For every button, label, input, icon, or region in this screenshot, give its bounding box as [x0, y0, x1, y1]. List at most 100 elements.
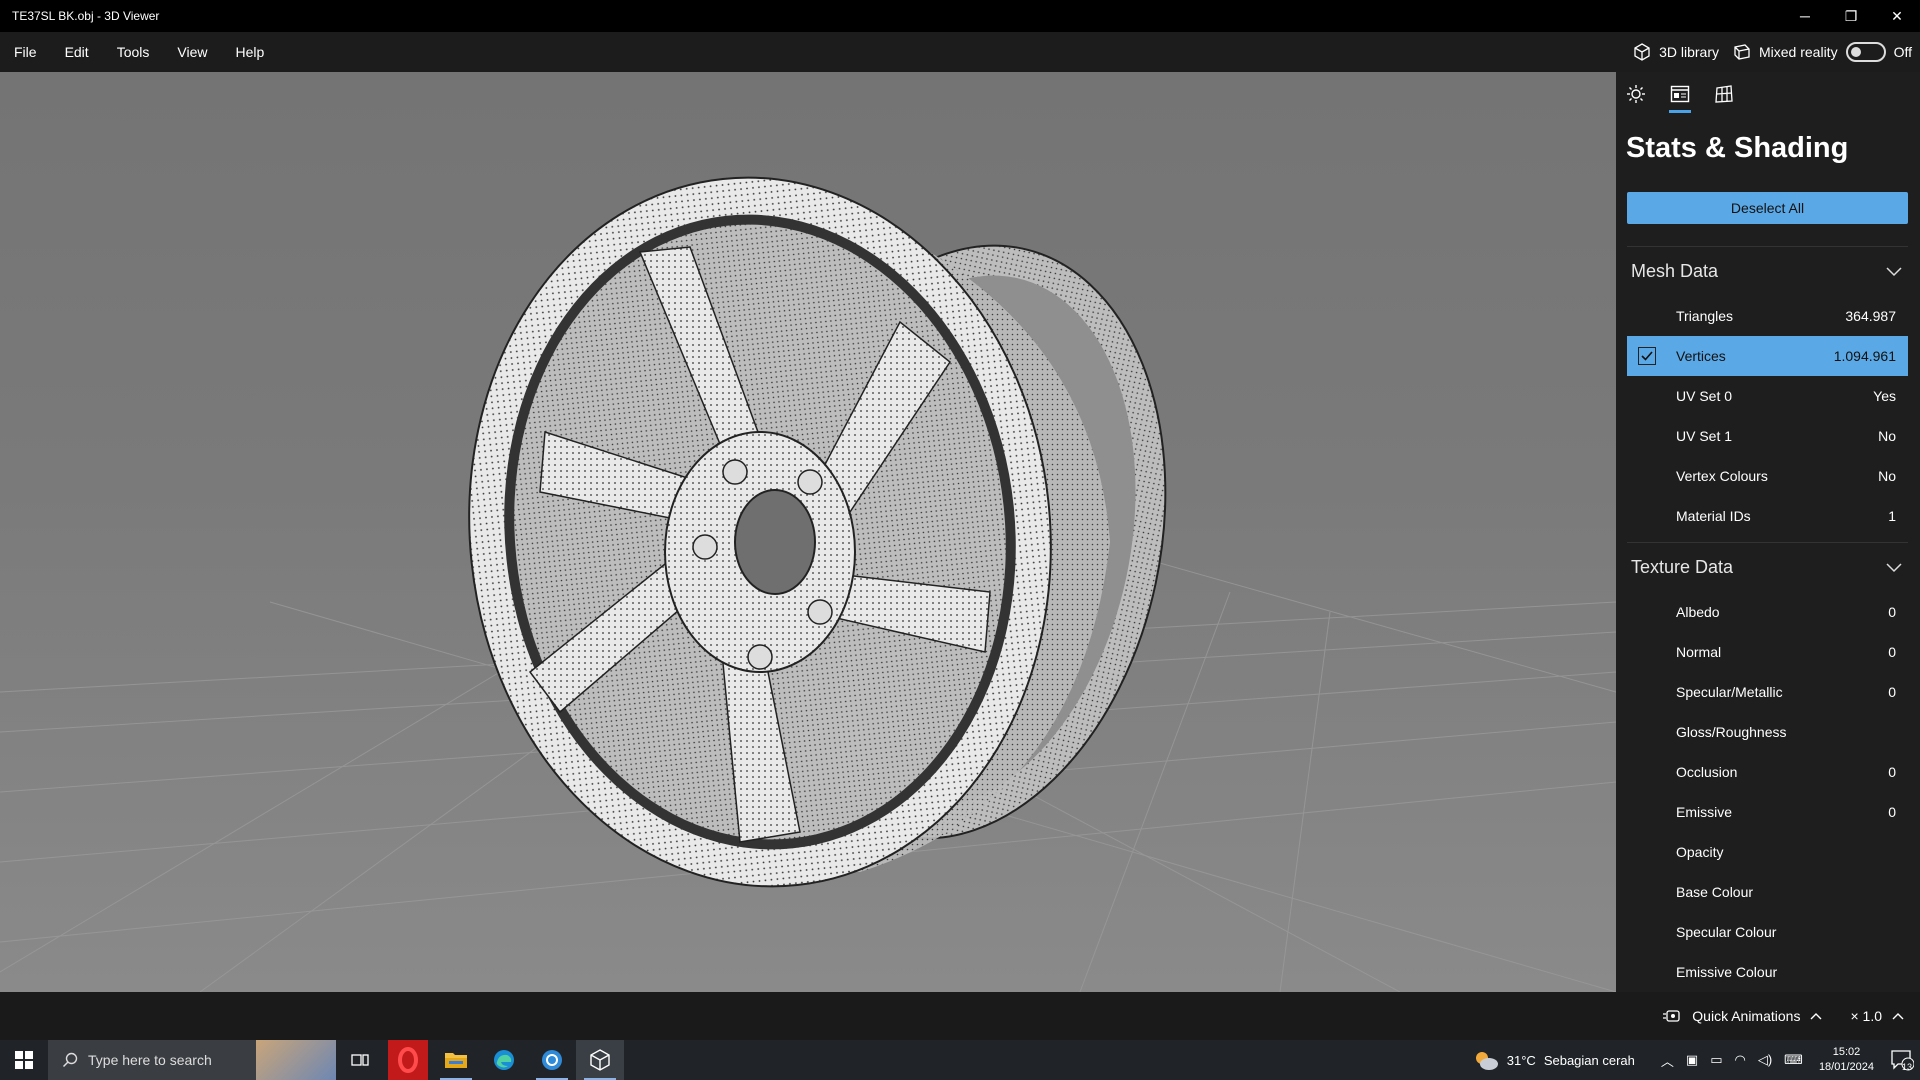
taskbar-app-3d-viewer[interactable] [576, 1040, 624, 1080]
minimize-button[interactable]: ─ [1782, 0, 1828, 32]
tab-lighting[interactable] [1626, 83, 1646, 105]
mixed-reality-toggle[interactable] [1845, 42, 1886, 62]
network-icon[interactable]: ◠ [1735, 1052, 1746, 1068]
keyboard-icon[interactable]: ⌨ [1784, 1052, 1803, 1068]
clock-date: 18/01/2024 [1818, 1061, 1874, 1073]
stat-label: Vertex Colours [1676, 468, 1768, 484]
windows-logo-icon [15, 1051, 33, 1069]
stat-value: 1 [1888, 508, 1896, 524]
texture-row-emissive[interactable]: Emissive 0 [1627, 792, 1908, 832]
task-view-icon [351, 1054, 369, 1066]
folder-icon [445, 1053, 467, 1068]
weather-partly-sunny-icon [1475, 1052, 1498, 1070]
tab-grid[interactable] [1714, 83, 1734, 105]
quick-animations-group: Quick Animations × 1.0 [1662, 992, 1904, 1040]
browser-icon [542, 1050, 562, 1070]
notification-center-button[interactable]: 13 [1884, 1049, 1920, 1072]
restore-button[interactable]: ❐ [1828, 0, 1874, 32]
mixed-reality-button[interactable]: Mixed reality [1733, 43, 1838, 61]
3d-library-button[interactable]: 3D library [1633, 43, 1719, 61]
menu-tools[interactable]: Tools [105, 32, 162, 72]
task-view-button[interactable] [336, 1040, 384, 1080]
taskbar-app-browser[interactable] [528, 1040, 576, 1080]
stats-icon [1670, 85, 1690, 103]
checkbox-checked-icon[interactable] [1638, 347, 1656, 365]
mesh-data-header[interactable]: Mesh Data [1627, 246, 1908, 296]
texture-label: Gloss/Roughness [1676, 724, 1787, 740]
tab-stats-shading[interactable] [1669, 83, 1691, 113]
texture-row-opacity[interactable]: Opacity [1627, 832, 1908, 872]
menu-edit[interactable]: Edit [53, 32, 101, 72]
stat-label: Material IDs [1676, 508, 1751, 524]
window-title: TE37SL BK.obj - 3D Viewer [12, 9, 160, 23]
stat-row-uv-set-1[interactable]: UV Set 1 No [1627, 416, 1908, 456]
texture-value: 0 [1888, 604, 1896, 620]
texture-label: Specular Colour [1676, 924, 1777, 940]
weather-widget[interactable]: 31°C Sebagian cerah [1473, 1049, 1635, 1071]
texture-label: Specular/Metallic [1676, 684, 1783, 700]
panel-title: Stats & Shading [1626, 132, 1849, 164]
chevron-up-icon[interactable] [1892, 1012, 1904, 1020]
weather-temperature: 31°C [1506, 1052, 1536, 1068]
texture-row-occlusion[interactable]: Occlusion 0 [1627, 752, 1908, 792]
main-menu: File Edit Tools View Help [0, 32, 280, 72]
stat-row-uv-set-0[interactable]: UV Set 0 Yes [1627, 376, 1908, 416]
taskbar-search-box[interactable]: Type here to search [48, 1040, 336, 1080]
notification-count: 13 [1901, 1062, 1912, 1072]
stat-value: Yes [1873, 388, 1896, 404]
animation-speed[interactable]: × 1.0 [1850, 1008, 1882, 1024]
menu-view[interactable]: View [165, 32, 219, 72]
3d-library-label: 3D library [1659, 44, 1719, 60]
taskbar-app-file-explorer[interactable] [432, 1040, 480, 1080]
texture-row-gloss-roughness[interactable]: Gloss/Roughness [1627, 712, 1908, 752]
texture-value: 0 [1888, 644, 1896, 660]
taskbar-app-edge[interactable] [480, 1040, 528, 1080]
texture-row-base-colour[interactable]: Base Colour [1627, 872, 1908, 912]
taskbar-clock[interactable]: 15:02 18/01/2024 [1819, 1045, 1874, 1075]
start-button[interactable] [0, 1040, 48, 1080]
volume-icon[interactable]: ◁) [1758, 1052, 1772, 1068]
stat-value: No [1878, 468, 1896, 484]
sun-icon [1627, 85, 1645, 103]
search-placeholder: Type here to search [88, 1052, 212, 1068]
menu-right-group: 3D library Mixed reality Off [1627, 32, 1912, 72]
texture-row-normal[interactable]: Normal 0 [1627, 632, 1908, 672]
texture-row-emissive-colour[interactable]: Emissive Colour [1627, 952, 1908, 992]
search-highlight-image [256, 1040, 336, 1080]
stat-label: Triangles [1676, 308, 1734, 324]
3d-viewport[interactable] [0, 72, 1616, 992]
mesh-data-label: Mesh Data [1631, 261, 1719, 281]
texture-row-specular-metallic[interactable]: Specular/Metallic 0 [1627, 672, 1908, 712]
stat-value: 364.987 [1845, 308, 1896, 324]
texture-row-specular-colour[interactable]: Specular Colour [1627, 912, 1908, 952]
stat-row-vertex-colours[interactable]: Vertex Colours No [1627, 456, 1908, 496]
texture-label: Opacity [1676, 844, 1724, 860]
battery-icon[interactable]: ▭ [1710, 1052, 1722, 1068]
texture-label: Normal [1676, 644, 1722, 660]
stat-row-material-ids[interactable]: Material IDs 1 [1627, 496, 1908, 536]
stat-row-vertices[interactable]: Vertices 1.094.961 [1627, 336, 1908, 376]
meet-now-icon[interactable]: ▣ [1686, 1052, 1698, 1068]
title-bar: TE37SL BK.obj - 3D Viewer ─ ❐ ✕ [0, 0, 1920, 32]
menu-file[interactable]: File [2, 32, 49, 72]
grid-icon [1715, 85, 1733, 103]
close-button[interactable]: ✕ [1874, 0, 1920, 32]
model-render [0, 176, 1616, 992]
system-tray: 31°C Sebagian cerah ︿ ▣ ▭ ◠ ◁) ⌨ 15:02 1… [1473, 1040, 1920, 1080]
mixed-reality-state: Off [1893, 44, 1912, 60]
search-icon [62, 1052, 78, 1068]
deselect-all-button[interactable]: Deselect All [1627, 192, 1908, 224]
texture-data-header[interactable]: Texture Data [1627, 542, 1908, 592]
status-bar: Quick Animations × 1.0 [0, 992, 1920, 1040]
chevron-up-icon[interactable] [1810, 1012, 1822, 1020]
stats-shading-panel: Stats & Shading Deselect All Mesh Data T… [1616, 72, 1920, 992]
quick-animations-button[interactable]: Quick Animations [1692, 1008, 1800, 1024]
texture-row-albedo[interactable]: Albedo 0 [1627, 592, 1908, 632]
texture-value: 0 [1888, 804, 1896, 820]
weather-description: Sebagian cerah [1543, 1052, 1635, 1068]
panel-tabs [1616, 72, 1920, 116]
menu-help[interactable]: Help [223, 32, 276, 72]
taskbar-app-opera[interactable] [384, 1040, 432, 1080]
chevron-up-icon[interactable]: ︿ [1661, 1051, 1674, 1070]
stat-row-triangles[interactable]: Triangles 364.987 [1627, 296, 1908, 336]
